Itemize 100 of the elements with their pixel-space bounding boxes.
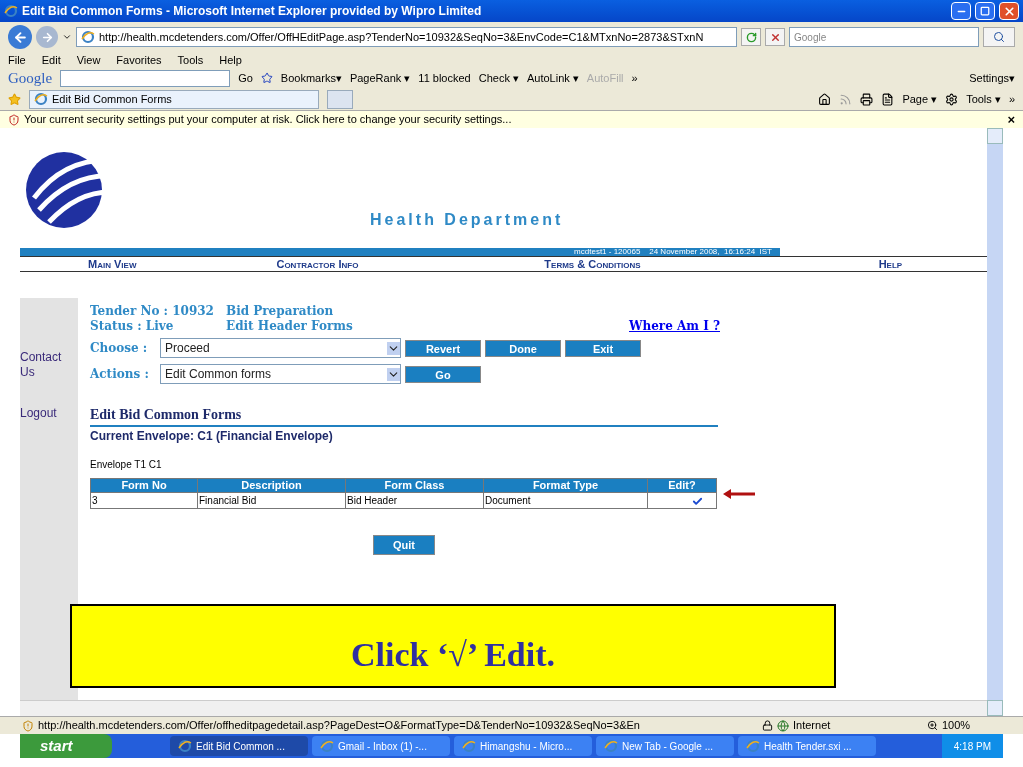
menu-item[interactable]: Tools [177, 51, 204, 69]
star-icon[interactable] [260, 72, 273, 84]
menu-item[interactable]: File [8, 51, 26, 69]
action-button[interactable]: Revert [405, 339, 481, 357]
go-button[interactable]: Go [238, 69, 253, 87]
command-item[interactable]: » [1008, 90, 1015, 108]
taskbar-button[interactable]: New Tab - Google ... [596, 736, 734, 756]
table-cell: Document [483, 492, 648, 509]
minimize-button[interactable] [951, 2, 971, 20]
toolbar-item[interactable]: 11 blocked [418, 69, 471, 87]
zone-label: Internet [793, 718, 832, 734]
where-am-i-link[interactable]: Where Am I ? [629, 319, 720, 334]
go-button[interactable]: Go [405, 365, 481, 383]
nav-link[interactable]: Contractor Info [276, 255, 359, 273]
menu-item[interactable]: View [76, 51, 101, 69]
clock: 4:18 PM [953, 739, 991, 754]
menu-item[interactable]: Help [219, 51, 242, 69]
settings-button[interactable]: Settings▾ [969, 69, 1015, 87]
browser-tab[interactable]: Edit Bid Common Forms [29, 89, 319, 109]
taskbar-button[interactable]: Himangshu - Micro... [454, 736, 592, 756]
nav-link[interactable]: Help [878, 255, 903, 273]
callout-text: Click ‘√’ Edit. [350, 634, 556, 675]
print-icon[interactable] [860, 92, 874, 106]
taskbar-button[interactable]: Edit Bid Common ... [170, 736, 308, 756]
refresh-button[interactable] [741, 28, 761, 46]
toolbar-item[interactable]: Bookmarks▾ [280, 69, 342, 87]
command-item[interactable]: Page ▾ [902, 90, 938, 108]
actions-dropdown[interactable]: Edit Common forms [160, 364, 401, 384]
app-icon [178, 739, 192, 753]
toolbar-item[interactable]: » [631, 69, 638, 87]
status-icon [22, 719, 34, 732]
address-field[interactable]: http://health.mcdetenders.com/Offer/OffHEditPage.asp?TenderNo=10932&SeqNo=3&EnvCode=C1&MTxnNo=2873&STxnN [76, 27, 737, 47]
tender-number: Tender No : 10932 [90, 304, 215, 319]
close-bar-button[interactable]: × [1007, 109, 1015, 130]
column-header: Description [197, 478, 346, 493]
edit-check-icon[interactable] [691, 495, 703, 507]
menu-item[interactable]: Favorites [116, 51, 162, 69]
app-icon [604, 739, 618, 753]
search-button[interactable] [983, 27, 1015, 47]
command-item[interactable]: Tools ▾ [966, 90, 1001, 108]
toolbar-item[interactable]: AutoLink ▾ [526, 69, 579, 87]
section-title: Edit Bid Common Forms [90, 404, 718, 427]
warning-icon [8, 113, 20, 126]
taskbar-button[interactable]: Gmail - Inbox (1) -... [312, 736, 450, 756]
start-button[interactable]: start [20, 734, 112, 758]
bid-stage: Bid Preparation [226, 304, 335, 319]
status-url: http://health.mcdetenders.com/Offer/offheditpagedetail.asp?PageDest=O&FormatType=D&TenderNo=10932&SeqNo=3&En [38, 718, 641, 734]
action-button[interactable]: Done [485, 339, 561, 357]
choose-dropdown[interactable]: Proceed [160, 338, 401, 358]
tab-icon [34, 92, 48, 106]
search-field[interactable]: Google [789, 27, 979, 47]
pointer-arrow [723, 488, 755, 499]
security-bar[interactable]: Your current security settings put your computer at risk. Click here to change your security settings... × [0, 110, 1023, 128]
column-header: Edit? [647, 478, 717, 493]
close-icon [1002, 4, 1016, 18]
vertical-scrollbar[interactable] [987, 128, 1003, 716]
app-icon [746, 739, 760, 753]
back-button[interactable] [8, 25, 32, 49]
toolbar-item[interactable]: PageRank ▾ [349, 69, 411, 87]
table-cell: 3 [90, 492, 198, 509]
bid-substage: Edit Header Forms [226, 319, 354, 334]
maximize-icon [980, 6, 990, 16]
taskbar-button[interactable]: Health Tender.sxi ... [738, 736, 876, 756]
page-icon[interactable] [881, 92, 895, 106]
action-button[interactable]: Exit [565, 339, 641, 357]
lock-icon [762, 720, 773, 731]
nav-link[interactable]: Terms & Conditions [544, 255, 641, 273]
sidebar-link[interactable]: Contact Us [20, 350, 70, 380]
page-icon [81, 30, 95, 44]
browser-icon [4, 4, 18, 18]
horizontal-scrollbar[interactable] [20, 700, 987, 716]
column-header: Form No [90, 478, 198, 493]
quit-button[interactable]: Quit [373, 535, 435, 555]
page-header: Health Department [370, 210, 564, 230]
maximize-button[interactable] [975, 2, 995, 20]
zoom-icon[interactable] [927, 720, 938, 731]
refresh-icon [745, 31, 757, 43]
stop-button[interactable] [765, 28, 785, 46]
toolbar-logo: Google [8, 68, 53, 88]
history-dropdown-icon[interactable] [62, 32, 72, 42]
toolbar-item[interactable]: Check ▾ [478, 69, 519, 87]
envelope-title: Current Envelope: C1 (Financial Envelope) [90, 428, 334, 445]
column-header: Form Class [345, 478, 484, 493]
forward-arrow-icon [40, 30, 54, 44]
stop-icon [769, 31, 781, 43]
toolbar-search-field[interactable] [60, 69, 231, 87]
info-bar: mcdtest1 - 120065 24 November 2008, 16:16:24 IST [20, 248, 780, 256]
menu-item[interactable]: Edit [41, 51, 61, 69]
close-button[interactable] [999, 2, 1019, 20]
tender-status: Status : Live [90, 319, 175, 334]
home-icon[interactable] [818, 92, 832, 106]
envelope-label: Envelope T1 C1 [90, 458, 163, 472]
nav-link[interactable]: Main View [88, 255, 137, 273]
globe-icon [777, 719, 789, 732]
security-message[interactable]: Your current security settings put your computer at risk. Click here to change your security settings... [24, 111, 1004, 128]
column-header: Format Type [483, 478, 648, 493]
zoom-level[interactable]: 100% [942, 717, 971, 734]
actions-label: Actions : [90, 366, 150, 383]
settings-icon[interactable] [945, 92, 959, 106]
sidebar-link[interactable]: Logout [20, 406, 70, 421]
